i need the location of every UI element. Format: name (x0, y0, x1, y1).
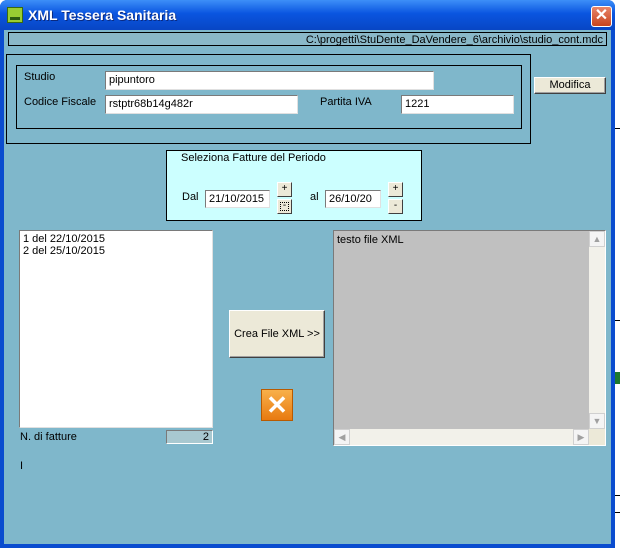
cancel-x-icon[interactable]: ✕ (261, 389, 293, 421)
dal-label: Dal (182, 191, 199, 203)
codice-fiscale-label: Codice Fiscale (24, 96, 97, 108)
scroll-right-icon[interactable]: ▶ (573, 429, 589, 445)
window-title: XML Tessera Sanitaria (28, 7, 177, 23)
studio-field[interactable]: pipuntoro (105, 71, 434, 90)
partita-iva-field[interactable]: 1221 (401, 95, 514, 114)
date-from-minus-button[interactable]: - (277, 199, 292, 214)
invoice-count-label: N. di fatture (20, 431, 77, 443)
main-window: XML Tessera Sanitaria ✕ C:\progetti\StuD… (0, 0, 615, 548)
al-label: al (310, 191, 319, 203)
background-mark (615, 320, 620, 321)
period-title: Seleziona Fatture del Periodo (181, 152, 326, 164)
invoice-list[interactable]: 1 del 22/10/2015 2 del 25/10/2015 (19, 230, 213, 428)
background-mark (615, 128, 620, 129)
xml-preview-text: testo file XML (337, 234, 404, 246)
scroll-left-icon[interactable]: ◀ (334, 429, 350, 445)
scroll-down-icon[interactable]: ▼ (589, 413, 605, 429)
date-to-plus-button[interactable]: + (388, 182, 403, 197)
scroll-corner (589, 429, 605, 445)
window-client-area: C:\progetti\StuDente_DaVendere_6\archivi… (4, 30, 611, 544)
period-selector: Seleziona Fatture del Periodo Dal 21/10/… (166, 150, 422, 221)
list-item[interactable]: 1 del 22/10/2015 (23, 233, 209, 245)
status-text: I (20, 460, 24, 472)
codice-fiscale-field[interactable]: rstptr68b14g482r (105, 95, 298, 114)
studio-label: Studio (24, 71, 56, 83)
create-xml-button[interactable]: Crea File XML >> (229, 310, 325, 358)
date-to-minus-button[interactable]: - (388, 199, 403, 214)
date-from-field[interactable]: 21/10/2015 (205, 190, 270, 208)
background-green-mark (615, 372, 620, 384)
scroll-up-icon[interactable]: ▲ (589, 231, 605, 247)
database-path: C:\progetti\StuDente_DaVendere_6\archivi… (8, 32, 607, 46)
date-to-field[interactable]: 26/10/20 (325, 190, 381, 208)
list-item[interactable]: 2 del 25/10/2015 (23, 245, 209, 257)
background-mark (615, 512, 620, 513)
partita-iva-label: Partita IVA (320, 96, 372, 108)
close-button[interactable]: ✕ (591, 6, 612, 27)
horizontal-scrollbar[interactable]: ◀ ▶ (334, 429, 589, 445)
title-bar[interactable]: XML Tessera Sanitaria ✕ (0, 0, 615, 30)
invoice-count-field: 2 (166, 430, 213, 444)
xml-preview[interactable]: testo file XML ▲ ▼ ◀ ▶ (333, 230, 606, 446)
date-from-plus-button[interactable]: + (277, 182, 292, 197)
vertical-scrollbar[interactable]: ▲ ▼ (589, 231, 605, 429)
modifica-button[interactable]: Modifica (534, 77, 606, 94)
background-strip (615, 0, 620, 548)
background-mark (615, 495, 620, 496)
app-icon (7, 7, 23, 23)
